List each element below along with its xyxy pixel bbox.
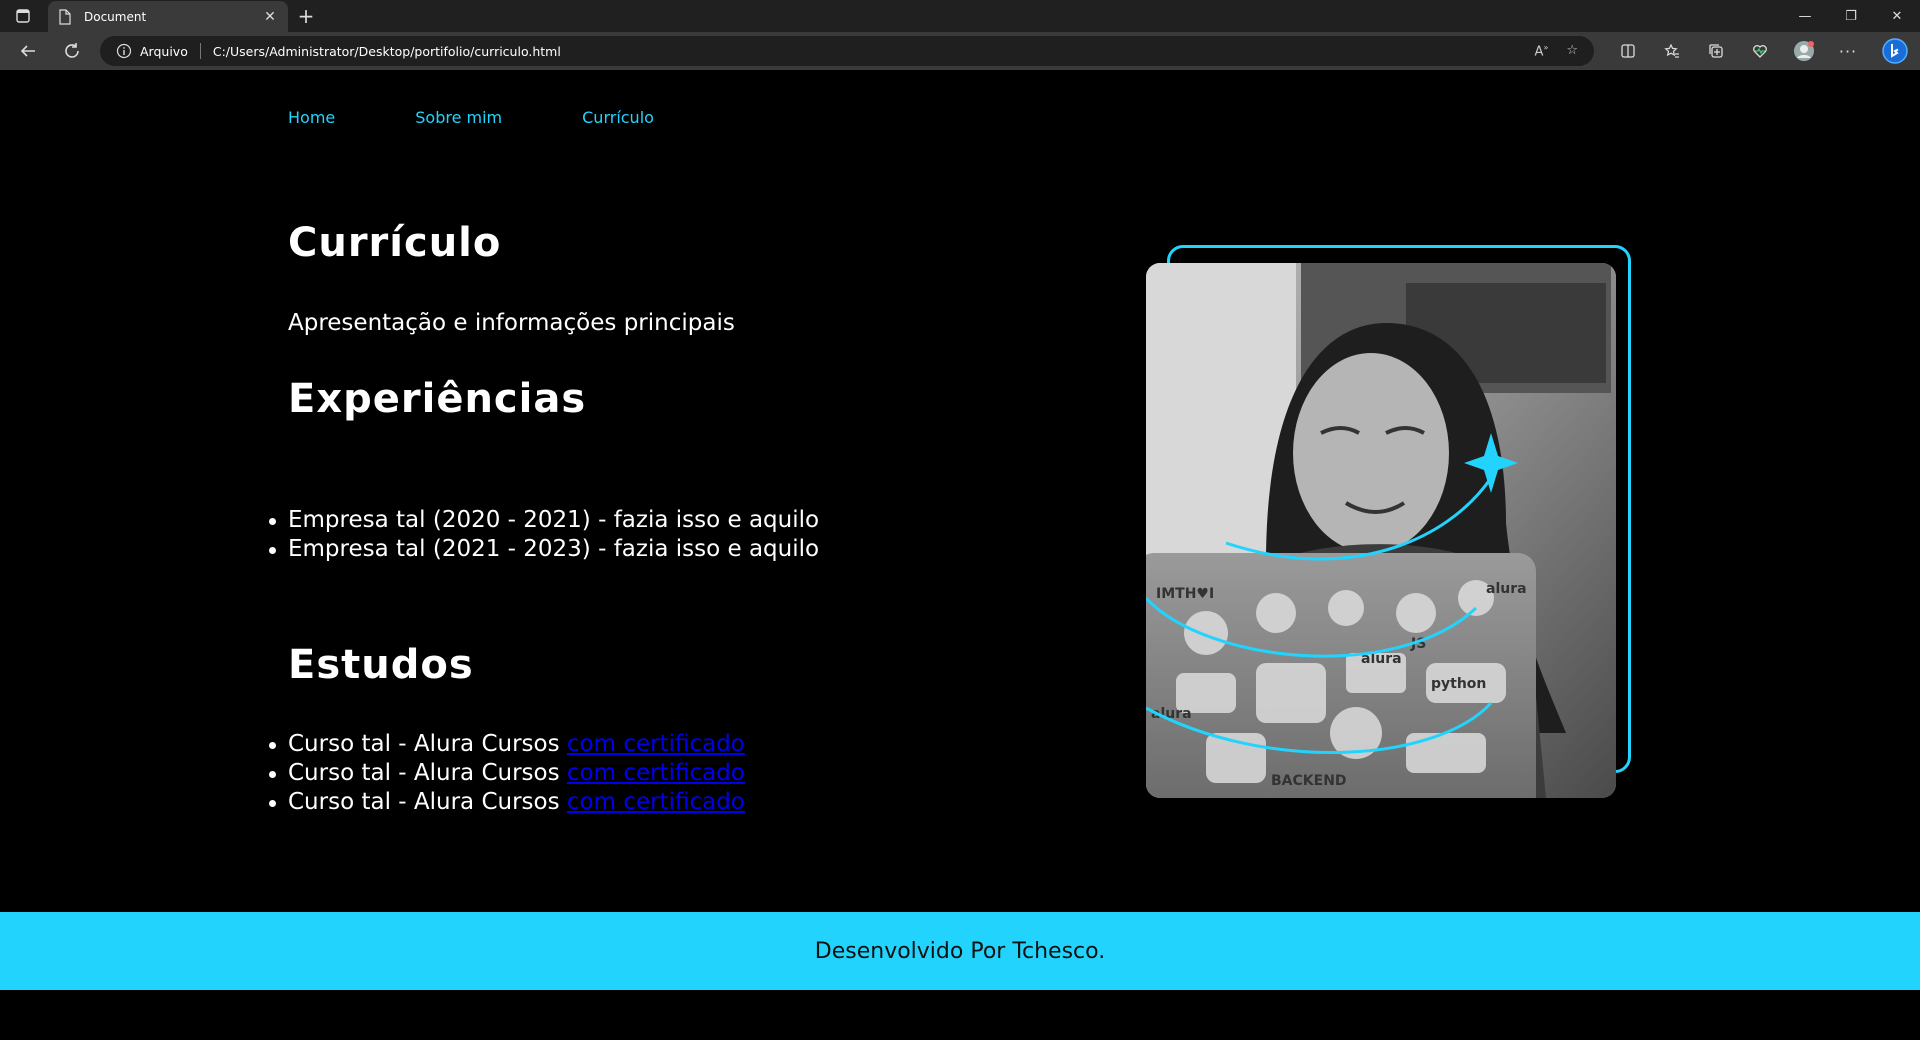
page-content: Home Sobre mim Currículo Currículo Apres… bbox=[0, 70, 1920, 1040]
read-aloud-icon[interactable]: A» bbox=[1535, 43, 1549, 59]
studies-heading: Estudos bbox=[288, 642, 474, 688]
collections-icon bbox=[1709, 44, 1723, 58]
nav-link-resume[interactable]: Currículo bbox=[582, 108, 654, 127]
more-dots-icon: ··· bbox=[1838, 41, 1858, 61]
favorites-button[interactable] bbox=[1650, 34, 1694, 68]
list-item: Empresa tal (2021 - 2023) - fazia isso e… bbox=[268, 536, 820, 562]
certificate-link[interactable]: com certificado bbox=[567, 760, 745, 786]
profile-photo-illustration: IMTH♥I alura alura JS alura python BACKE… bbox=[1146, 263, 1616, 798]
study-text: Curso tal - Alura Cursos bbox=[288, 731, 567, 757]
svg-text:python: python bbox=[1431, 676, 1486, 692]
avatar bbox=[1794, 41, 1814, 61]
tab-title: Document bbox=[84, 10, 147, 24]
study-text: Curso tal - Alura Cursos bbox=[288, 760, 567, 786]
toolbar-right-tools: ··· bbox=[1606, 32, 1920, 70]
favorite-star-icon[interactable]: ☆ bbox=[1566, 43, 1578, 59]
nav-link-home[interactable]: Home bbox=[288, 108, 335, 127]
more-menu-button[interactable]: ··· bbox=[1826, 34, 1870, 68]
profile-button[interactable] bbox=[1782, 34, 1826, 68]
info-icon[interactable] bbox=[116, 43, 132, 59]
address-actions: A» ☆ bbox=[1535, 43, 1578, 59]
browser-tab[interactable]: Document ✕ bbox=[48, 1, 288, 33]
window-controls: — ❐ ✕ bbox=[1782, 0, 1920, 32]
main-nav: Home Sobre mim Currículo bbox=[288, 108, 734, 127]
reload-button[interactable] bbox=[50, 34, 94, 68]
list-item: Curso tal - Alura Cursos com certificado bbox=[269, 730, 745, 759]
profile-photo: IMTH♥I alura alura JS alura python BACKE… bbox=[1146, 263, 1616, 798]
heart-pulse-icon bbox=[1753, 45, 1767, 58]
nav-link-about[interactable]: Sobre mim bbox=[415, 108, 502, 127]
experiences-heading: Experiências bbox=[288, 376, 587, 422]
tab-close-button[interactable]: ✕ bbox=[262, 9, 278, 25]
reload-icon bbox=[65, 43, 79, 58]
browser-toolbar: Arquivo C:/Users/Administrator/Desktop/p… bbox=[0, 32, 1920, 70]
back-button[interactable] bbox=[6, 34, 50, 68]
split-screen-button[interactable] bbox=[1606, 34, 1650, 68]
studies-list: Curso tal - Alura Cursos com certificado… bbox=[269, 730, 745, 817]
svg-text:IMTH♥I: IMTH♥I bbox=[1156, 586, 1214, 602]
close-window-button[interactable]: ✕ bbox=[1874, 0, 1920, 32]
bing-copilot-icon bbox=[1882, 38, 1908, 64]
list-item: Curso tal - Alura Cursos com certificado bbox=[269, 788, 745, 817]
footer-text: Desenvolvido Por Tchesco. bbox=[814, 938, 1106, 964]
copilot-button[interactable] bbox=[1870, 34, 1920, 68]
list-item: Empresa tal (2020 - 2021) - fazia isso e… bbox=[268, 507, 820, 533]
experiences-list: Empresa tal (2020 - 2021) - fazia isso e… bbox=[268, 506, 820, 564]
list-item: Curso tal - Alura Cursos com certificado bbox=[269, 759, 745, 788]
restore-button[interactable]: ❐ bbox=[1828, 0, 1874, 32]
favorites-icon bbox=[1664, 43, 1679, 58]
protocol-label: Arquivo bbox=[140, 43, 188, 59]
tab-actions-icon bbox=[16, 9, 30, 23]
page-title: Currículo bbox=[288, 220, 502, 266]
tab-actions-button[interactable] bbox=[0, 0, 46, 32]
site-footer: Desenvolvido Por Tchesco. bbox=[0, 912, 1920, 990]
certificate-link[interactable]: com certificado bbox=[567, 789, 745, 815]
split-screen-icon bbox=[1621, 44, 1635, 58]
profile-photo-wrapper: IMTH♥I alura alura JS alura python BACKE… bbox=[1142, 245, 1634, 865]
page-subtitle: Apresentação e informações principais bbox=[288, 310, 735, 336]
svg-text:BACKEND: BACKEND bbox=[1271, 773, 1347, 789]
collections-button[interactable] bbox=[1694, 34, 1738, 68]
browser-tab-strip: Document ✕ + — ❐ ✕ bbox=[0, 0, 1920, 33]
svg-text:alura: alura bbox=[1486, 581, 1527, 597]
browser-essentials-button[interactable] bbox=[1738, 34, 1782, 68]
minimize-button[interactable]: — bbox=[1782, 0, 1828, 32]
address-divider bbox=[199, 43, 201, 59]
back-arrow-icon bbox=[20, 45, 35, 57]
address-bar[interactable]: Arquivo C:/Users/Administrator/Desktop/p… bbox=[100, 36, 1594, 66]
url-text[interactable]: C:/Users/Administrator/Desktop/portifoli… bbox=[213, 44, 561, 59]
new-tab-button[interactable]: + bbox=[288, 0, 324, 32]
study-text: Curso tal - Alura Cursos bbox=[288, 789, 567, 815]
certificate-link[interactable]: com certificado bbox=[567, 731, 745, 757]
document-icon bbox=[59, 9, 71, 25]
